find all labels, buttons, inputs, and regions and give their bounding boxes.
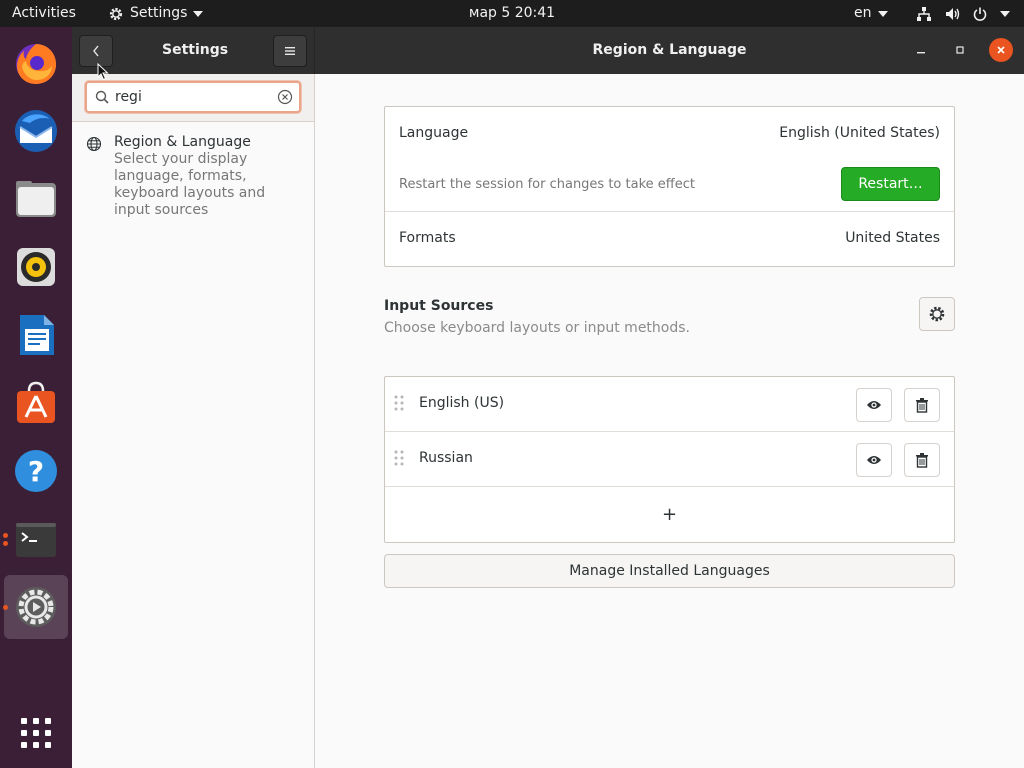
- eye-icon: [867, 401, 881, 409]
- input-source-label: Russian: [419, 450, 473, 466]
- input-sources-list: English (US) Russian +: [384, 376, 955, 543]
- chevron-down-icon: [1000, 10, 1010, 17]
- activities-button[interactable]: Activities: [12, 0, 76, 27]
- search-result-description: Select your display language, formats, k…: [114, 151, 266, 218]
- system-menu[interactable]: [916, 0, 1010, 27]
- help-icon: ?: [15, 450, 57, 492]
- chevron-left-icon: [93, 45, 99, 57]
- input-source-label: English (US): [419, 395, 505, 411]
- sidebar-title: Settings: [162, 42, 229, 58]
- app-menu-label: Settings: [130, 5, 188, 21]
- firefox-icon: [16, 44, 57, 84]
- settings-icon: [16, 587, 56, 627]
- formats-row[interactable]: Formats United States: [385, 212, 954, 266]
- terminal-icon: [16, 523, 56, 557]
- settings-running-indicator: [3, 605, 8, 610]
- close-button[interactable]: [989, 38, 1013, 62]
- dock-terminal[interactable]: [4, 507, 68, 571]
- files-icon: [16, 181, 56, 217]
- dock-libreoffice-writer[interactable]: [4, 303, 68, 367]
- drag-handle-icon[interactable]: [394, 450, 404, 466]
- clock[interactable]: мар 5 20:41: [469, 5, 555, 21]
- thunderbird-icon: [15, 110, 57, 152]
- formats-label: Formats: [399, 230, 456, 246]
- clear-search-icon[interactable]: [277, 89, 293, 105]
- volume-icon: [946, 7, 960, 20]
- app-menu[interactable]: Settings: [108, 0, 204, 27]
- preview-layout-button[interactable]: [856, 443, 892, 477]
- input-sources-subtitle: Choose keyboard layouts or input methods…: [384, 320, 690, 336]
- hamburger-menu-button[interactable]: [273, 35, 307, 67]
- close-icon: [997, 46, 1005, 54]
- language-label: Language: [399, 125, 469, 141]
- add-icon: +: [661, 504, 678, 525]
- search-input[interactable]: [115, 86, 265, 108]
- dock-help[interactable]: ?: [4, 439, 68, 503]
- dock-firefox[interactable]: [4, 31, 68, 95]
- remove-input-source-button[interactable]: [904, 388, 940, 422]
- gear-icon: [929, 306, 945, 322]
- restart-button[interactable]: Restart…: [841, 167, 940, 201]
- minimize-icon: [917, 52, 925, 54]
- settings-gear-icon: [109, 7, 123, 20]
- network-icon: [917, 6, 931, 21]
- hamburger-icon: [285, 47, 295, 55]
- dock-show-applications[interactable]: [4, 701, 68, 765]
- dock-rhythmbox[interactable]: [4, 235, 68, 299]
- dock-settings[interactable]: [4, 575, 68, 639]
- input-source-row[interactable]: Russian: [385, 432, 954, 487]
- drag-handle-icon[interactable]: [394, 395, 404, 411]
- language-formats-frame: Language English (United States) Restart…: [384, 106, 955, 267]
- svg-text:?: ?: [28, 455, 44, 488]
- input-sources-options-button[interactable]: [919, 297, 955, 331]
- restart-note: Restart the session for changes to take …: [399, 177, 695, 192]
- add-input-source-button[interactable]: +: [385, 487, 954, 542]
- formats-value: United States: [845, 230, 940, 246]
- language-row[interactable]: Language English (United States) Restart…: [385, 107, 954, 212]
- header-bar: Settings Region & Language: [72, 27, 1024, 74]
- input-source-row[interactable]: English (US): [385, 377, 954, 432]
- dock: ?: [0, 27, 72, 768]
- trash-icon: [916, 453, 928, 468]
- trash-icon: [916, 398, 928, 413]
- region-language-panel: Language English (United States) Restart…: [315, 74, 1024, 768]
- manage-installed-languages-button[interactable]: Manage Installed Languages: [384, 554, 955, 588]
- preview-layout-button[interactable]: [856, 388, 892, 422]
- input-sources-title: Input Sources: [384, 298, 494, 314]
- dock-files[interactable]: [4, 167, 68, 231]
- dock-thunderbird[interactable]: [4, 99, 68, 163]
- search-bar: [72, 74, 314, 122]
- search-box[interactable]: [85, 81, 301, 113]
- chevron-down-icon: [877, 10, 888, 17]
- show-applications-icon: [21, 718, 51, 748]
- search-icon: [95, 90, 109, 104]
- rhythmbox-icon: [17, 248, 55, 286]
- keyboard-layout-indicator[interactable]: en: [854, 0, 888, 27]
- minimize-button[interactable]: [909, 38, 933, 62]
- terminal-running-indicator-2: [3, 541, 8, 546]
- top-bar: Activities Settings мар 5 20:41 en: [0, 0, 1024, 27]
- dock-ubuntu-software[interactable]: [4, 371, 68, 435]
- keyboard-layout-label: en: [854, 5, 872, 21]
- search-result-region-language[interactable]: Region & Language Select your display la…: [72, 134, 314, 219]
- eye-icon: [867, 456, 881, 464]
- libreoffice-writer-icon: [20, 315, 54, 355]
- ubuntu-software-icon: [17, 381, 55, 423]
- settings-window: Settings Region & Language regi Region &…: [72, 27, 1024, 768]
- power-icon: [973, 7, 987, 21]
- search-result-title: Region & Language: [114, 134, 251, 150]
- remove-input-source-button[interactable]: [904, 443, 940, 477]
- terminal-running-indicator: [3, 533, 8, 538]
- chevron-down-icon: [193, 10, 204, 17]
- maximize-icon: [956, 46, 964, 54]
- globe-icon: [86, 136, 102, 152]
- language-value: English (United States): [779, 125, 940, 141]
- sidebar: Region & Language Select your display la…: [72, 74, 315, 768]
- maximize-button[interactable]: [948, 38, 972, 62]
- mouse-cursor-icon: [97, 63, 109, 81]
